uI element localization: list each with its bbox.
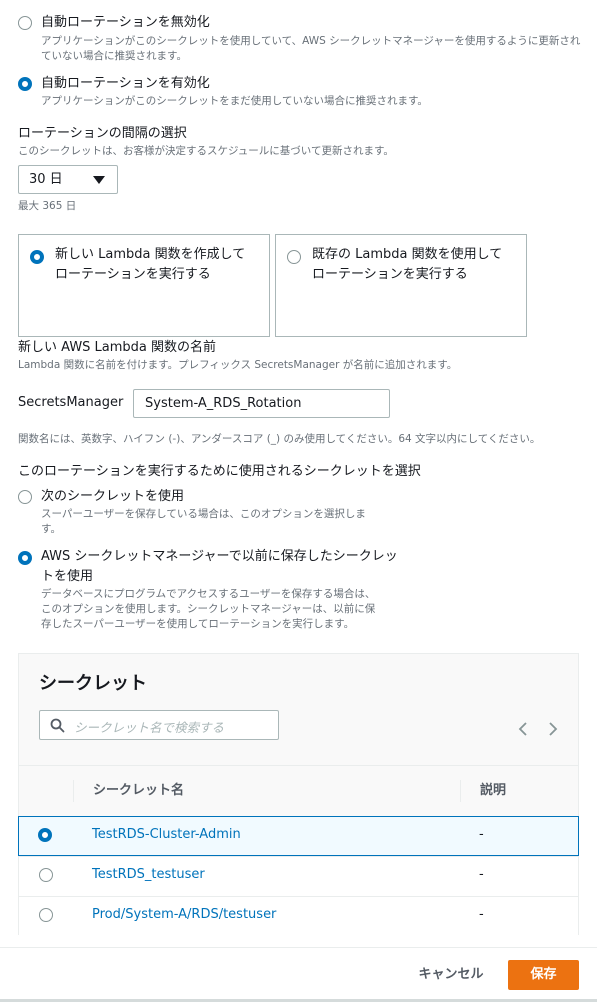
secret-description: - [479,867,484,882]
secret-name-link[interactable]: Prod/System-A/RDS/testuser [92,907,276,922]
new-lambda-tile[interactable]: 新しい Lambda 関数を作成して ローテーションを実行する [18,234,270,337]
column-divider [460,780,461,802]
interval-header: ローテーションの間隔の選択 [18,126,187,141]
secrets-table-header: シークレット名 説明 [19,765,578,815]
enable-rotation-label: 自動ローテーションを有効化 [41,76,210,91]
secrets-panel-title: シークレット [39,673,147,694]
existing-lambda-tile[interactable]: 既存の Lambda 関数を使用して ローテーションを実行する [275,234,527,337]
function-name-desc: Lambda 関数に名前を付けます。プレフィックス SecretsManager… [18,359,458,371]
new-lambda-label: 新しい Lambda 関数を作成して ローテーションを実行する [55,247,246,282]
next-secret-label: 次のシークレットを使用 [41,489,185,504]
search-icon [50,718,65,733]
secret-name-link[interactable]: TestRDS_testuser [92,867,205,882]
disable-rotation-radio[interactable] [18,16,32,30]
chevron-left-icon[interactable] [516,721,530,737]
row-radio[interactable] [39,868,53,882]
function-name-prefix: SecretsManager [18,395,124,410]
function-name-header: 新しい AWS Lambda 関数の名前 [18,340,217,355]
function-name-hint: 関数名には、英数字、ハイフン (-)、アンダースコア (_) のみ使用してくださ… [18,433,541,445]
next-secret-desc: スーパーユーザーを保存している場合は、このオプションを選択しま す。 [41,508,366,535]
interval-desc: このシークレットは、お客様が決定するスケジュールに基づいて更新されます。 [18,145,394,157]
existing-lambda-label: 既存の Lambda 関数を使用して ローテーションを実行する [312,247,503,282]
row-radio[interactable] [38,828,52,842]
footer-divider [0,947,597,948]
stored-secret-label: AWS シークレットマネージャーで以前に保存したシークレッ トを使用 [41,549,398,584]
new-lambda-radio[interactable] [30,250,44,264]
row-radio[interactable] [39,908,53,922]
secret-description: - [479,827,484,842]
enable-rotation-radio[interactable] [18,77,32,91]
function-name-input[interactable]: System-A_RDS_Rotation [133,389,390,418]
column-divider [73,780,74,802]
interval-hint: 最大 365 日 [18,200,77,212]
disable-rotation-desc: アプリケーションがこのシークレットを使用していて、AWS シークレットマネージャ… [41,35,581,62]
caret-down-icon [93,176,105,184]
secret-search-input[interactable]: シークレット名で検索する [39,710,279,740]
interval-select[interactable]: 30 日 [18,165,118,194]
table-row[interactable]: Prod/System-A/RDS/testuser - [19,896,578,936]
stored-secret-desc: データベースにプログラムでアクセスするユーザーを保存する場合は、 このオプション… [41,588,376,630]
column-header-description[interactable]: 説明 [480,781,506,801]
disable-rotation-label: 自動ローテーションを無効化 [41,15,210,30]
table-row[interactable]: TestRDS_testuser - [19,856,578,896]
secret-description: - [479,907,484,922]
chevron-right-icon[interactable] [546,721,560,737]
secrets-panel: シークレット シークレット名で検索する シークレット名 説明 TestRDS-C… [18,653,579,936]
enable-rotation-desc: アプリケーションがこのシークレットをまだ使用していない場合に推奨されます。 [41,95,428,107]
secret-name-link[interactable]: TestRDS-Cluster-Admin [92,827,241,842]
next-secret-radio[interactable] [18,490,32,504]
column-header-name[interactable]: シークレット名 [93,781,184,801]
cancel-button[interactable]: キャンセル [405,960,497,990]
search-placeholder: シークレット名で検索する [74,720,225,735]
save-button[interactable]: 保存 [508,960,579,990]
stored-secret-radio[interactable] [18,551,32,565]
existing-lambda-radio[interactable] [287,250,301,264]
interval-value: 30 日 [29,172,63,187]
table-row[interactable]: TestRDS-Cluster-Admin - [18,816,579,856]
secret-choice-header: このローテーションを実行するために使用されるシークレットを選択 [18,464,421,479]
